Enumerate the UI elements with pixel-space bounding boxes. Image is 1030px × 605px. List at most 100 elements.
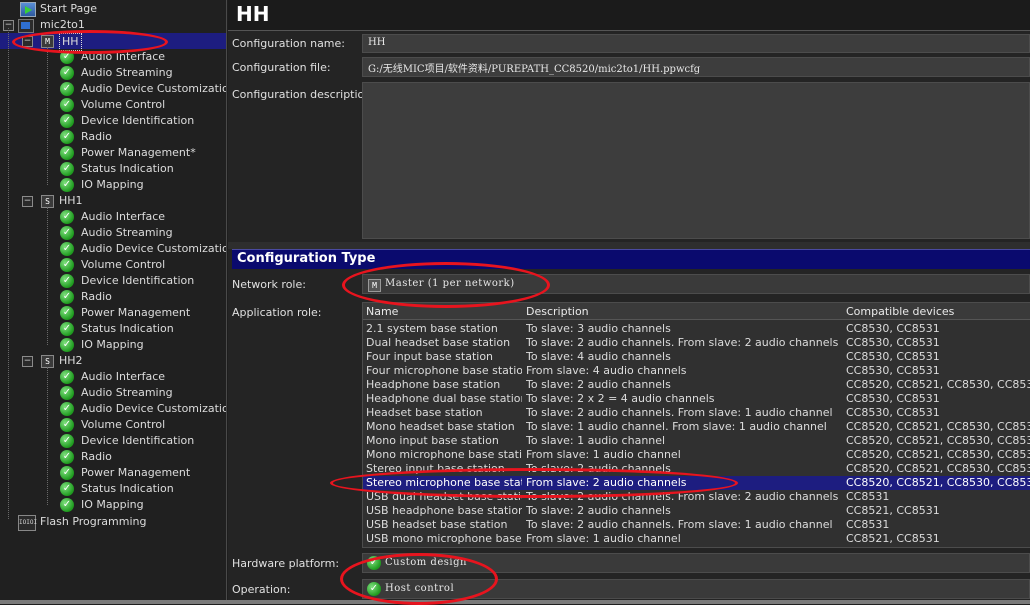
config-file-field[interactable]: G:/无线MIC项目/软件资料/PUREPATH_CC8520/mic2to1/…: [362, 57, 1030, 77]
tree-node-hh1[interactable]: − S HH1: [0, 193, 226, 209]
tree-item-setting[interactable]: ✓ Audio Device Customization: [0, 401, 226, 417]
tree-node-hh2[interactable]: − S HH2: [0, 353, 226, 369]
table-row[interactable]: USB dual headset base station To slave: 2…: [363, 490, 1030, 504]
tree-item-setting[interactable]: ✓ Audio Streaming: [0, 385, 226, 401]
cell-compatible-devices: CC8530, CC8531: [846, 336, 940, 349]
page-title: HH: [236, 2, 270, 26]
cell-name: Mono microphone base station: [366, 448, 522, 461]
tree-item-setting[interactable]: ✓ Audio Device Customization: [0, 81, 226, 97]
check-icon: ✓: [60, 306, 74, 320]
table-row[interactable]: Stereo microphone base station From slave…: [363, 476, 1030, 490]
tree-item-label: Audio Device Customization: [81, 82, 227, 95]
table-row[interactable]: Four microphone base station From slave: …: [363, 364, 1030, 378]
table-row[interactable]: Mono headset base station To slave: 1 aud…: [363, 420, 1030, 434]
tree-item-setting[interactable]: ✓ Status Indication: [0, 161, 226, 177]
tree-node-hh[interactable]: − M HH: [0, 33, 226, 51]
cell-name: Headset base station: [366, 406, 483, 419]
cell-description: To slave: 2 audio channels. From slave: …: [526, 518, 833, 531]
table-row[interactable]: Four input base station To slave: 4 audio…: [363, 350, 1030, 364]
table-row[interactable]: Mono microphone base station From slave: …: [363, 448, 1030, 462]
tree-item-project[interactable]: − mic2to1: [0, 17, 226, 33]
tree-item-setting[interactable]: ✓ Device Identification: [0, 273, 226, 289]
config-file-label: Configuration file:: [232, 61, 331, 74]
tree-item-setting[interactable]: ✓ Audio Streaming: [0, 65, 226, 81]
tree-item-setting[interactable]: ✓ IO Mapping: [0, 177, 226, 193]
table-row[interactable]: Dual headset base station To slave: 2 aud…: [363, 336, 1030, 350]
tree-item-label: Power Management: [81, 466, 191, 479]
config-name-field[interactable]: HH: [362, 34, 1030, 53]
cell-description: From slave: 2 audio channels: [526, 476, 687, 489]
tree-item-setting[interactable]: ✓ Radio: [0, 129, 226, 145]
table-row[interactable]: 2.1 system base station To slave: 3 audio…: [363, 322, 1030, 336]
tree-item-setting[interactable]: ✓ Volume Control: [0, 97, 226, 113]
tree-item-label: Audio Interface: [81, 210, 166, 223]
cell-compatible-devices: CC8520, CC8521, CC8530, CC8531: [846, 378, 1030, 391]
hardware-platform-selector[interactable]: ✓ Custom design: [362, 553, 1030, 573]
operation-selector[interactable]: ✓ Host control: [362, 579, 1030, 599]
table-row[interactable]: Mono input base station To slave: 1 audio…: [363, 434, 1030, 448]
project-tree: Start Page − mic2to1− M HH ✓ Audio Interface ✓ A…: [0, 0, 227, 600]
cell-description: From slave: 1 audio channel: [526, 532, 681, 545]
check-icon: ✓: [60, 466, 74, 480]
tree-item-start-page[interactable]: Start Page: [0, 1, 226, 17]
tree-item-setting[interactable]: ✓ Audio Streaming: [0, 225, 226, 241]
table-row[interactable]: Stereo input base station To slave: 2 aud…: [363, 462, 1030, 476]
tree-item-setting[interactable]: ✓ Audio Interface: [0, 209, 226, 225]
cell-name: USB headphone base station: [366, 504, 522, 517]
tree-item-label: Volume Control: [81, 258, 166, 271]
check-icon: ✓: [60, 162, 74, 176]
tree-item-setting[interactable]: ✓ Device Identification: [0, 433, 226, 449]
application-role-table[interactable]: Name Description Compatible devices 2.1 …: [362, 302, 1030, 548]
column-header-name[interactable]: Name: [363, 303, 523, 320]
check-icon: ✓: [60, 290, 74, 304]
section-title: Configuration Type: [237, 251, 376, 266]
collapse-icon[interactable]: −: [22, 36, 33, 47]
tree-item-setting[interactable]: ✓ Power Management*: [0, 145, 226, 161]
tree-item-setting[interactable]: ✓ Radio: [0, 289, 226, 305]
application-role-label: Application role:: [232, 306, 322, 319]
tree-item-setting[interactable]: ✓ IO Mapping: [0, 497, 226, 513]
tree-item-setting[interactable]: ✓ Radio: [0, 449, 226, 465]
start-page-icon: [20, 2, 36, 17]
tree-item-setting[interactable]: ✓ Device Identification: [0, 113, 226, 129]
tree-item-setting[interactable]: ✓ Audio Interface: [0, 49, 226, 65]
table-row[interactable]: USB headset base station To slave: 2 audi…: [363, 518, 1030, 532]
cell-compatible-devices: CC8530, CC8531: [846, 406, 940, 419]
tree-item-setting[interactable]: ✓ Audio Interface: [0, 369, 226, 385]
tree-item-setting[interactable]: ✓ Audio Device Customization: [0, 241, 226, 257]
tree-item-label: Audio Streaming: [81, 226, 173, 239]
cell-name: Mono headset base station: [366, 420, 515, 433]
config-description-field[interactable]: [362, 82, 1030, 239]
tree-item-setting[interactable]: ✓ IO Mapping: [0, 337, 226, 353]
tree-item-setting[interactable]: ✓ Volume Control: [0, 257, 226, 273]
tree-item-label: Radio: [81, 290, 112, 303]
cell-name: Stereo input base station: [366, 462, 505, 475]
tree-item-label: IO Mapping: [81, 498, 144, 511]
tree-item-setting[interactable]: ✓ Status Indication: [0, 481, 226, 497]
table-row[interactable]: Headphone dual base station To slave: 2 x…: [363, 392, 1030, 406]
table-row[interactable]: USB headphone base station To slave: 2 au…: [363, 504, 1030, 518]
collapse-icon[interactable]: −: [22, 196, 33, 207]
column-header-description[interactable]: Description: [523, 303, 843, 320]
tree-item-label: Device Identification: [81, 114, 195, 127]
network-role-value: Master (1 per network): [385, 278, 515, 289]
table-row[interactable]: Headset base station To slave: 2 audio ch…: [363, 406, 1030, 420]
network-role-selector[interactable]: M Master (1 per network): [362, 274, 1030, 294]
cell-description: To slave: 1 audio channel. From slave: 1…: [526, 420, 827, 433]
tree-item-setting[interactable]: ✓ Power Management: [0, 465, 226, 481]
cell-name: USB mono microphone base ...: [366, 532, 522, 545]
check-icon: ✓: [60, 130, 74, 144]
table-row[interactable]: USB mono microphone base ... From slave: …: [363, 532, 1030, 546]
check-icon: ✓: [60, 178, 74, 192]
tree-item-setting[interactable]: ✓ Volume Control: [0, 417, 226, 433]
tree-item-flash-programming[interactable]: IOIOI Flash Programming: [0, 514, 226, 531]
tree-item-setting[interactable]: ✓ Status Indication: [0, 321, 226, 337]
cell-description: To slave: 4 audio channels: [526, 350, 671, 363]
cell-description: From slave: 4 audio channels: [526, 364, 687, 377]
tree-item-label: Audio Interface: [81, 50, 166, 63]
cell-compatible-devices: CC8520, CC8521, CC8530, CC8531: [846, 462, 1030, 475]
column-header-compatible-devices[interactable]: Compatible devices: [843, 303, 1030, 320]
table-row[interactable]: Headphone base station To slave: 2 audio …: [363, 378, 1030, 392]
collapse-icon[interactable]: −: [22, 356, 33, 367]
tree-item-setting[interactable]: ✓ Power Management: [0, 305, 226, 321]
